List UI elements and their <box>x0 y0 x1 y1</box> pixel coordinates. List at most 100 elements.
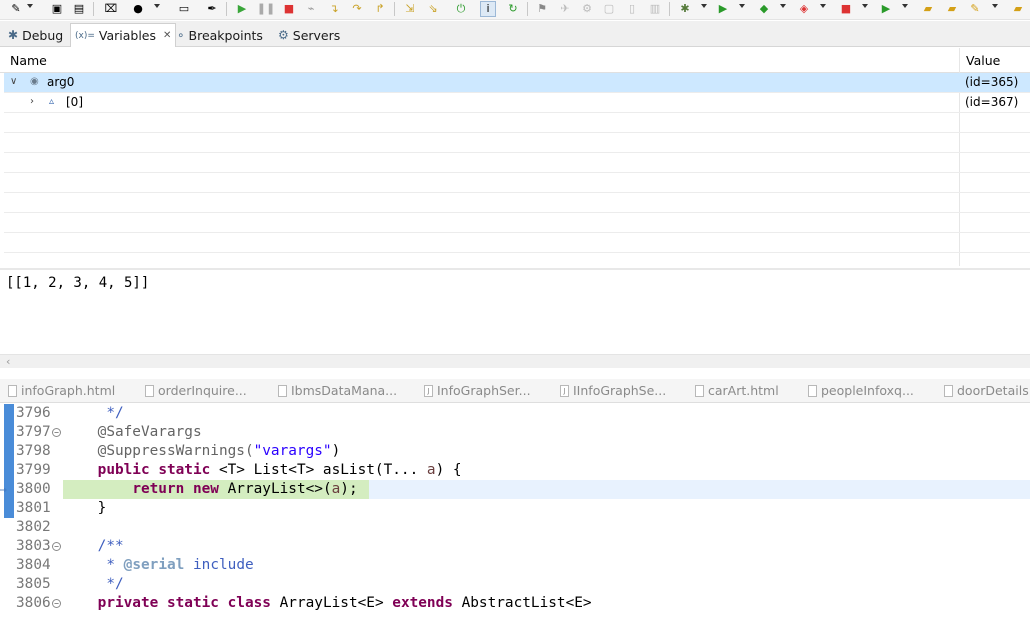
table-row <box>4 113 1030 133</box>
coverage-icon[interactable]: ◆ <box>756 1 772 17</box>
refresh-icon[interactable]: ↻ <box>505 1 521 17</box>
table-row <box>4 233 1030 253</box>
step-return-icon[interactable]: ↱ <box>372 1 388 17</box>
code-line[interactable]: 3806 − private static class ArrayList<E>… <box>0 594 1030 613</box>
fold-icon[interactable]: − <box>52 428 61 437</box>
editor-tab-label: carArt.html <box>708 383 779 398</box>
editor-tab[interactable]: peopleInfoxq... <box>808 383 914 398</box>
open-folder-icon[interactable]: ▰ <box>944 1 960 17</box>
resume-icon[interactable]: ▶ <box>234 1 250 17</box>
table-row <box>4 193 1030 213</box>
suspend-icon[interactable]: ❚❚ <box>257 1 275 17</box>
code-line[interactable]: 3801 } <box>0 499 1030 518</box>
chevron-down-icon[interactable] <box>862 4 868 8</box>
chevron-down-icon[interactable] <box>154 4 160 8</box>
code-line[interactable]: 3804 * @serial include <box>0 556 1030 575</box>
column-value-header[interactable]: Value <box>966 53 1000 68</box>
variable-row-0[interactable]: › ▵ [0] (id=367) <box>4 93 1030 113</box>
new-icon[interactable]: ✎ <box>8 1 24 17</box>
fold-icon[interactable]: − <box>52 599 61 608</box>
tab-breakpoints[interactable]: ∘ Breakpoints <box>173 23 267 47</box>
code-line[interactable]: 3796 */ <box>0 404 1030 423</box>
terminal-icon[interactable]: ▭ <box>176 1 192 17</box>
open-folder-icon[interactable]: ▰ <box>920 1 936 17</box>
view-tab-bar: ✱ Debug (x)= Variables ✕ ∘ Breakpoints ⚙… <box>0 21 1030 47</box>
close-icon[interactable]: ✕ <box>163 30 171 41</box>
chevron-down-icon[interactable] <box>992 4 998 8</box>
chevron-left-icon[interactable]: ‹ <box>6 355 10 368</box>
stop-server-icon[interactable]: ■ <box>838 1 854 17</box>
code-line[interactable]: 3798 @SuppressWarnings("varargs") <box>0 442 1030 461</box>
tab-debug[interactable]: ✱ Debug <box>4 23 67 47</box>
detail-value[interactable]: [[1, 2, 3, 4, 5]] <box>6 275 149 291</box>
run-icon[interactable]: ▶ <box>715 1 731 17</box>
chevron-down-icon[interactable] <box>820 4 826 8</box>
chevron-down-icon[interactable] <box>902 4 908 8</box>
editor-tab[interactable]: infoGraph.html <box>8 383 115 398</box>
chevron-down-icon[interactable] <box>27 4 33 8</box>
array-element-icon: ▵ <box>49 96 55 107</box>
editor-tab[interactable]: carArt.html <box>695 383 779 398</box>
table-row <box>4 153 1030 173</box>
debug-icon[interactable]: ✱ <box>677 1 693 17</box>
search-icon[interactable]: ▥ <box>647 1 663 17</box>
horizontal-scrollbar[interactable]: ‹ <box>0 354 1030 368</box>
code-line-current[interactable]: ⇨ 3800 return new ArrayList<>(a); <box>0 480 1030 499</box>
binary-icon[interactable]: ⌧ <box>103 1 119 17</box>
chevron-down-icon[interactable]: ∨ <box>10 76 17 87</box>
external-tools-icon[interactable]: ⚙ <box>579 1 595 17</box>
drop-frame-icon[interactable]: ⇲ <box>402 1 418 17</box>
editor-tab-label: infoGraph.html <box>21 383 116 398</box>
table-row <box>4 173 1030 193</box>
save-icon[interactable]: ▣ <box>49 1 65 17</box>
edit-icon[interactable]: ✎ <box>967 1 983 17</box>
open-folder-icon[interactable]: ▢ <box>601 1 617 17</box>
variable-name: arg0 <box>47 75 75 89</box>
chevron-down-icon[interactable] <box>780 4 786 8</box>
edit-icon[interactable]: ▯ <box>624 1 640 17</box>
code-line[interactable]: 3802 <box>0 518 1030 537</box>
code-line[interactable]: 3797 − @SafeVarargs <box>0 423 1030 442</box>
run-last-icon[interactable]: ✈ <box>557 1 573 17</box>
detail-pane[interactable]: [[1, 2, 3, 4, 5]] ‹ <box>0 268 1030 369</box>
server-icon[interactable]: ◈ <box>796 1 812 17</box>
pin-icon[interactable]: ✒ <box>204 1 220 17</box>
open-folder-icon[interactable]: ▰ <box>1010 1 1026 17</box>
editor-tab[interactable]: J InfoGraphSer... <box>424 383 531 398</box>
power-icon[interactable]: ⏻ <box>453 1 469 17</box>
editor-tab[interactable]: doorDetails... <box>944 383 1030 398</box>
editor-tab-label: peopleInfoxq... <box>821 383 914 398</box>
chevron-right-icon[interactable]: › <box>30 96 34 107</box>
editor-tab[interactable]: IbmsDataMana... <box>278 383 397 398</box>
step-into-icon[interactable]: ↴ <box>326 1 342 17</box>
save-all-icon[interactable]: ▤ <box>71 1 87 17</box>
line-number: 3798 <box>16 443 51 459</box>
line-number: 3799 <box>16 462 51 478</box>
tab-variables[interactable]: (x)= Variables ✕ <box>70 23 177 47</box>
chevron-down-icon[interactable] <box>701 4 707 8</box>
tab-servers[interactable]: ⚙ Servers <box>274 23 344 47</box>
chevron-down-icon[interactable] <box>739 4 745 8</box>
code-line[interactable]: 3803 − /** <box>0 537 1030 556</box>
variable-row-arg0[interactable]: ∨ ◉ arg0 (id=365) <box>4 73 1030 93</box>
terminate-icon[interactable]: ■ <box>281 1 297 17</box>
use-step-filters-icon[interactable]: ⇘ <box>425 1 441 17</box>
java-file-icon: J <box>560 384 569 397</box>
java-file-icon: J <box>424 384 433 397</box>
editor-tab[interactable]: J IInfoGraphSe... <box>560 383 666 398</box>
column-name-header[interactable]: Name <box>10 53 47 68</box>
start-server-icon[interactable]: ▶ <box>878 1 894 17</box>
code-editor[interactable]: 3796 */ 3797 − @SafeVarargs 3798 @Suppre… <box>0 404 1030 617</box>
code-text: } <box>97 500 107 516</box>
disconnect-icon[interactable]: ⌁ <box>303 1 319 17</box>
toolbar-separator <box>527 2 528 16</box>
code-line[interactable]: 3805 */ <box>0 575 1030 594</box>
step-over-icon[interactable]: ↷ <box>349 1 365 17</box>
instruction-step-icon[interactable]: i <box>480 1 496 17</box>
editor-tab[interactable]: orderInquire... <box>145 383 247 398</box>
code-line[interactable]: 3799 public static <T> List<T> asList(T.… <box>0 461 1030 480</box>
user-icon[interactable]: ● <box>130 1 146 17</box>
fold-icon[interactable]: − <box>52 542 61 551</box>
bookmark-icon[interactable]: ⚑ <box>534 1 550 17</box>
servers-icon: ⚙ <box>278 28 289 42</box>
